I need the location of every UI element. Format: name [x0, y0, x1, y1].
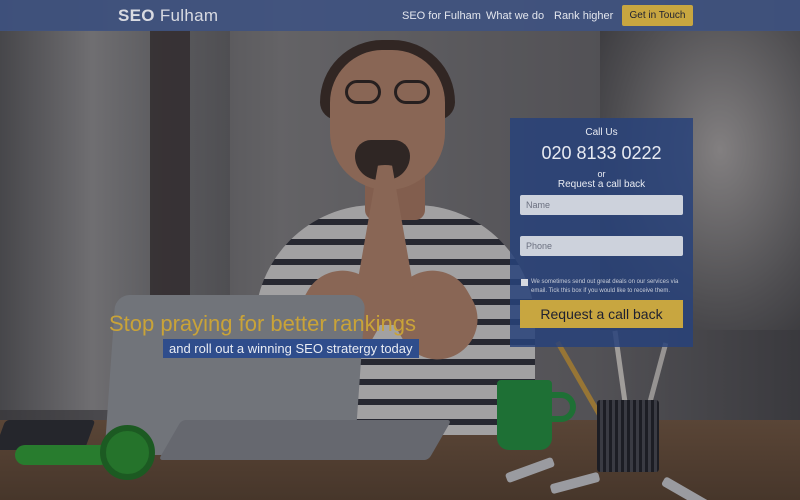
hero-subline: and roll out a winning SEO stratergy tod…: [163, 339, 419, 358]
call-us-label: Call Us: [585, 127, 618, 138]
logo-bold-text: SEO: [118, 6, 155, 25]
get-in-touch-button[interactable]: Get in Touch: [622, 5, 693, 26]
logo-text: Fulham: [159, 6, 219, 25]
or-label: or: [597, 169, 606, 179]
site-header: SEO Fulham SEO for Fulham What we do Ran…: [0, 0, 800, 31]
email-consent-checkbox[interactable]: [521, 279, 528, 286]
callback-form-panel: Call Us 020 8133 0222 or Request a call …: [510, 118, 693, 347]
nav-link-rank-higher[interactable]: Rank higher: [554, 10, 613, 22]
request-callback-label: Request a call back: [557, 179, 646, 190]
hero-headline: Stop praying for better rankings: [109, 311, 416, 336]
email-consent-text: We sometimes send out great deals on our…: [531, 279, 679, 294]
site-logo[interactable]: SEO Fulham: [118, 6, 218, 26]
request-callback-button[interactable]: Request a call back: [520, 300, 683, 328]
phone-number[interactable]: 020 8133 0222: [510, 143, 693, 164]
email-consent: We sometimes send out great deals on our…: [521, 278, 686, 296]
phone-input[interactable]: [520, 236, 683, 256]
nav-link-seo-for-fulham[interactable]: SEO for Fulham: [402, 10, 481, 22]
nav-link-what-we-do[interactable]: What we do: [486, 10, 544, 22]
name-input[interactable]: [520, 195, 683, 215]
